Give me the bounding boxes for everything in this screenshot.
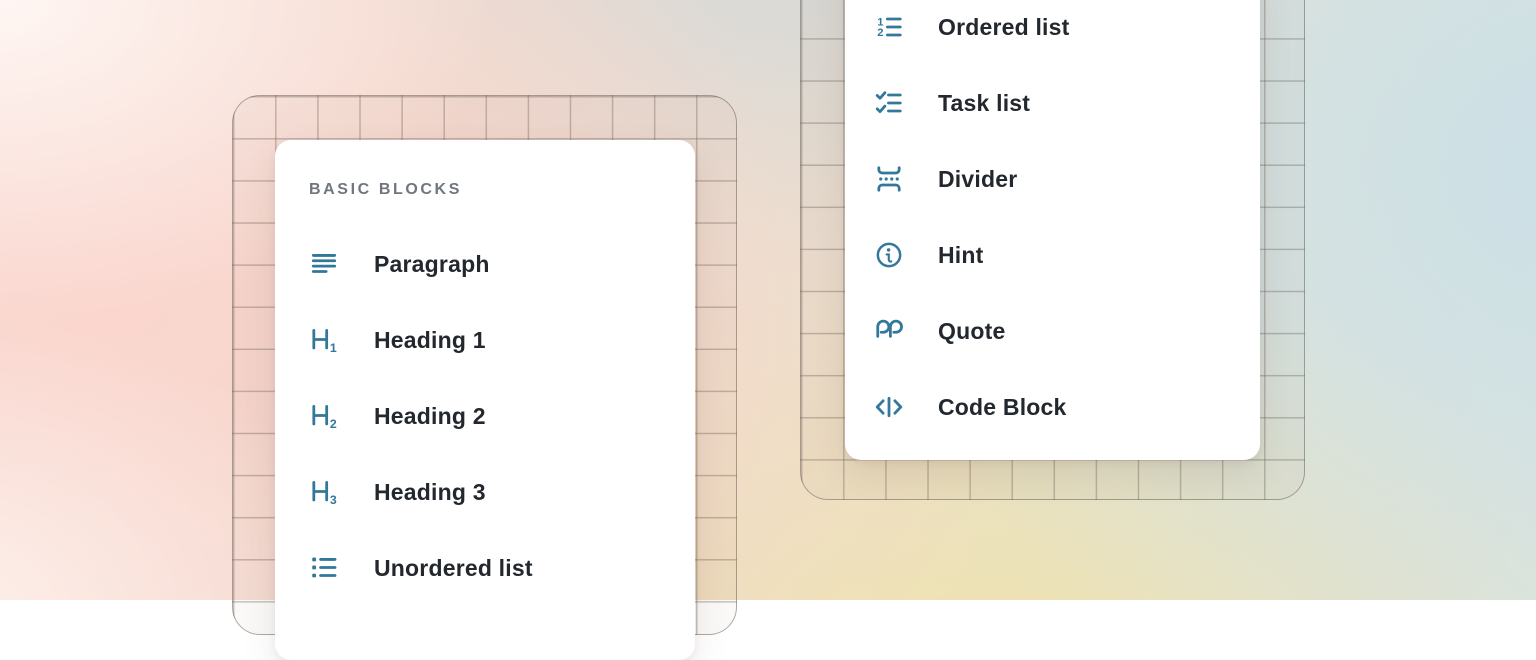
heading-3-icon: 3 — [309, 477, 339, 507]
menu-item-label: Code Block — [938, 394, 1067, 421]
menu-item-heading-1[interactable]: 1 Heading 1 — [275, 302, 695, 378]
code-block-icon — [874, 392, 904, 422]
hero-background: BASIC BLOCKS Paragraph 1 Heading 1 2 Hea… — [0, 0, 1536, 600]
heading-2-icon: 2 — [309, 401, 339, 431]
menu-item-quote[interactable]: Quote — [845, 293, 1260, 369]
quote-icon — [874, 316, 904, 346]
paragraph-icon — [309, 249, 339, 279]
unordered-list-icon — [309, 553, 339, 583]
menu-item-label: Quote — [938, 318, 1005, 345]
svg-text:2: 2 — [330, 417, 337, 431]
menu-item-unordered-list[interactable]: Unordered list — [275, 530, 695, 606]
heading-1-icon: 1 — [309, 325, 339, 355]
menu-item-code-block[interactable]: Code Block — [845, 369, 1260, 445]
menu-item-label: Heading 3 — [374, 479, 486, 506]
menu-item-label: Unordered list — [374, 555, 533, 582]
svg-text:1: 1 — [330, 341, 337, 355]
basic-blocks-menu: BASIC BLOCKS Paragraph 1 Heading 1 2 Hea… — [275, 140, 695, 660]
divider-icon — [874, 164, 904, 194]
menu-item-paragraph[interactable]: Paragraph — [275, 226, 695, 302]
menu-item-heading-3[interactable]: 3 Heading 3 — [275, 454, 695, 530]
menu-list-basic-blocks: Paragraph 1 Heading 1 2 Heading 2 3 Head… — [275, 226, 695, 606]
menu-list-more-blocks: 12 Ordered list Task list Divider Hint Q… — [845, 0, 1260, 445]
menu-item-label: Heading 1 — [374, 327, 486, 354]
menu-item-label: Hint — [938, 242, 984, 269]
menu-item-heading-2[interactable]: 2 Heading 2 — [275, 378, 695, 454]
menu-item-label: Heading 2 — [374, 403, 486, 430]
blocks-menu-continued: 12 Ordered list Task list Divider Hint Q… — [845, 0, 1260, 460]
menu-item-divider[interactable]: Divider — [845, 141, 1260, 217]
task-list-icon — [874, 88, 904, 118]
svg-text:3: 3 — [330, 493, 337, 507]
hint-icon — [874, 240, 904, 270]
menu-item-label: Paragraph — [374, 251, 490, 278]
ordered-list-icon: 12 — [874, 12, 904, 42]
menu-item-label: Divider — [938, 166, 1017, 193]
svg-text:2: 2 — [877, 27, 883, 39]
menu-item-label: Ordered list — [938, 14, 1070, 41]
section-label: BASIC BLOCKS — [309, 180, 695, 199]
menu-item-task-list[interactable]: Task list — [845, 65, 1260, 141]
menu-item-ordered-list[interactable]: 12 Ordered list — [845, 0, 1260, 65]
menu-item-label: Task list — [938, 90, 1030, 117]
menu-item-hint[interactable]: Hint — [845, 217, 1260, 293]
